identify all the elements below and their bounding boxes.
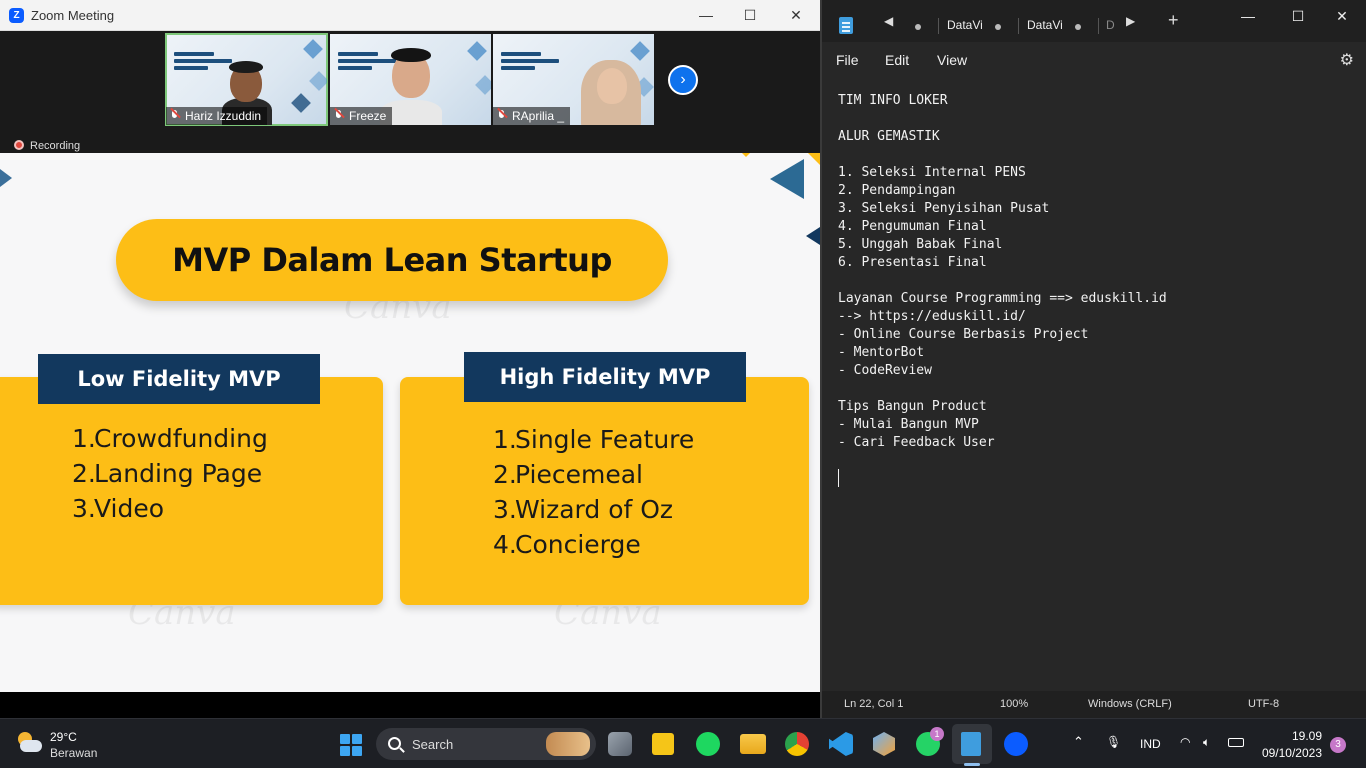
high-fidelity-header: High Fidelity MVP (464, 352, 746, 402)
zoom-logo-icon: Z (9, 8, 24, 23)
list-item: 3.Video (72, 494, 165, 523)
line-ending: Windows (CRLF) (1088, 698, 1172, 710)
file-explorer-icon[interactable] (740, 734, 766, 754)
search-highlight-image (546, 732, 590, 756)
zoom-taskbar-icon[interactable] (1004, 732, 1028, 756)
text-editor[interactable]: TIM INFO LOKER ALUR GEMASTIK 1. Seleksi … (822, 76, 1366, 688)
menu-edit[interactable]: Edit (885, 52, 909, 68)
participant-tile[interactable]: Hariz Izzuddin (165, 33, 328, 126)
minimize-button[interactable]: — (683, 0, 729, 31)
decorative-triangle (738, 153, 754, 157)
chevron-up-icon[interactable]: ⌃ (1073, 734, 1084, 750)
list-item: 2.Landing Page (72, 459, 263, 488)
chrome-icon[interactable] (785, 732, 809, 756)
microphone-icon[interactable]: 🎙︎ (1106, 735, 1121, 749)
record-icon (14, 140, 24, 150)
start-windows-icon[interactable] (340, 734, 362, 756)
list-item: 4.Concierge (493, 530, 641, 559)
encoding: UTF-8 (1248, 698, 1280, 710)
new-tab-button[interactable]: + (1168, 10, 1179, 31)
unsaved-dot-icon (995, 24, 1001, 30)
high-fidelity-list: 1.Single Feature 2.Piecemeal 3.Wizard of… (493, 422, 694, 562)
tab-datavi-1[interactable]: DataVi (947, 18, 983, 32)
list-item: 1.Crowdfunding (72, 424, 268, 453)
task-view-icon[interactable] (608, 732, 632, 756)
decorative-triangle (770, 159, 804, 199)
unsaved-dot-icon (1075, 24, 1081, 30)
settings-gear-icon[interactable]: ⚙ (1340, 50, 1354, 70)
zoom-level: 100% (1000, 698, 1029, 710)
decorative-triangle (806, 227, 820, 245)
notepad-window: ◀ DataVi DataVi D ▶ + — ☐ ✕ File Edit Vi… (820, 0, 1366, 718)
scroll-tabs-right-icon[interactable]: ▶ (1126, 14, 1135, 28)
notepad-app-icon (839, 17, 853, 34)
notification-badge[interactable]: 3 (1330, 737, 1346, 753)
notepad-taskbar-icon[interactable] (961, 732, 981, 756)
tab-datavi-2[interactable]: DataVi (1027, 18, 1063, 32)
weather-temperature[interactable]: 29°C (50, 730, 77, 744)
microphone-icon (170, 110, 179, 122)
active-indicator (964, 763, 980, 766)
microphone-muted-icon (497, 110, 506, 122)
list-item: 2.Piecemeal (493, 460, 643, 489)
vscode-icon[interactable] (829, 732, 853, 756)
decorative-triangle (0, 169, 12, 187)
participant-name: Freeze (330, 107, 393, 125)
text-caret (838, 469, 839, 487)
status-bar: Ln 22, Col 1 100% Windows (CRLF) UTF-8 (822, 691, 1366, 718)
battery-icon[interactable] (1228, 738, 1244, 747)
cursor-position: Ln 22, Col 1 (844, 698, 904, 710)
participant-tile[interactable]: RAprilia _ (493, 34, 654, 125)
tab-divider (1098, 18, 1099, 34)
zoom-titlebar: Z Zoom Meeting — ☐ ✕ (0, 0, 820, 31)
slide-title-banner: MVP Dalam Lean Startup (116, 219, 668, 301)
low-fidelity-header: Low Fidelity MVP (38, 354, 320, 404)
spotify-icon[interactable] (696, 732, 720, 756)
input-language[interactable]: IND (1140, 737, 1161, 751)
tab-divider (938, 18, 939, 34)
search-label: Search (412, 737, 454, 752)
tab-divider (1018, 18, 1019, 34)
notepad-menubar: File Edit View ⚙ (822, 42, 1366, 76)
taskbar: 29°C Berawan Search 1 ⌃ 🎙︎ IND ◠ 🔈︎ 19.0… (0, 718, 1366, 768)
cube-app-icon[interactable] (873, 732, 895, 756)
taskbar-search[interactable]: Search (376, 728, 596, 760)
close-button[interactable]: ✕ (773, 0, 819, 31)
window-title: Zoom Meeting (31, 8, 115, 23)
wifi-icon[interactable]: ◠ (1180, 735, 1190, 749)
notepad-tabbar: ◀ DataVi DataVi D ▶ + — ☐ ✕ (822, 0, 1366, 42)
list-item: 1.Single Feature (493, 425, 695, 454)
list-item: 3.Wizard of Oz (493, 495, 674, 524)
unsaved-dot-icon (915, 24, 921, 30)
tab-partial[interactable]: D (1106, 18, 1115, 32)
menu-file[interactable]: File (836, 52, 859, 68)
weather-cloudy-icon[interactable] (16, 732, 42, 754)
slide-title: MVP Dalam Lean Startup (172, 241, 612, 279)
volume-icon[interactable]: 🔈︎ (1203, 735, 1210, 750)
sticky-notes-icon[interactable] (652, 733, 674, 755)
weather-description[interactable]: Berawan (50, 746, 97, 760)
participant-tile[interactable]: Freeze (330, 34, 491, 125)
participant-name: RAprilia _ (493, 107, 571, 125)
menu-view[interactable]: View (937, 52, 967, 68)
close-button[interactable]: ✕ (1322, 4, 1362, 28)
maximize-button[interactable]: ☐ (727, 0, 773, 31)
recording-indicator[interactable]: Recording (14, 140, 80, 152)
clock-time[interactable]: 19.09 (1292, 729, 1322, 743)
clock-date[interactable]: 09/10/2023 (1262, 746, 1322, 760)
decorative-triangle (804, 153, 820, 165)
microphone-muted-icon (334, 110, 343, 122)
editor-content[interactable]: TIM INFO LOKER ALUR GEMASTIK 1. Seleksi … (838, 92, 1167, 452)
zoom-window: Z Zoom Meeting — ☐ ✕ Hariz Izzuddin Free… (0, 0, 820, 718)
shared-slide: Canva Canva Canva MVP Dalam Lean Startup… (0, 153, 820, 692)
search-icon (388, 737, 401, 750)
participant-strip: Hariz Izzuddin Freeze RAprilia _ › (0, 31, 820, 154)
minimize-button[interactable]: — (1228, 4, 1268, 28)
next-participants-button[interactable]: › (668, 65, 698, 95)
participant-name: Hariz Izzuddin (166, 107, 268, 125)
whatsapp-badge: 1 (930, 727, 944, 741)
low-fidelity-list: 1.Crowdfunding 2.Landing Page 3.Video (72, 421, 268, 526)
scroll-tabs-left-icon[interactable]: ◀ (884, 14, 893, 28)
maximize-button[interactable]: ☐ (1278, 4, 1318, 28)
